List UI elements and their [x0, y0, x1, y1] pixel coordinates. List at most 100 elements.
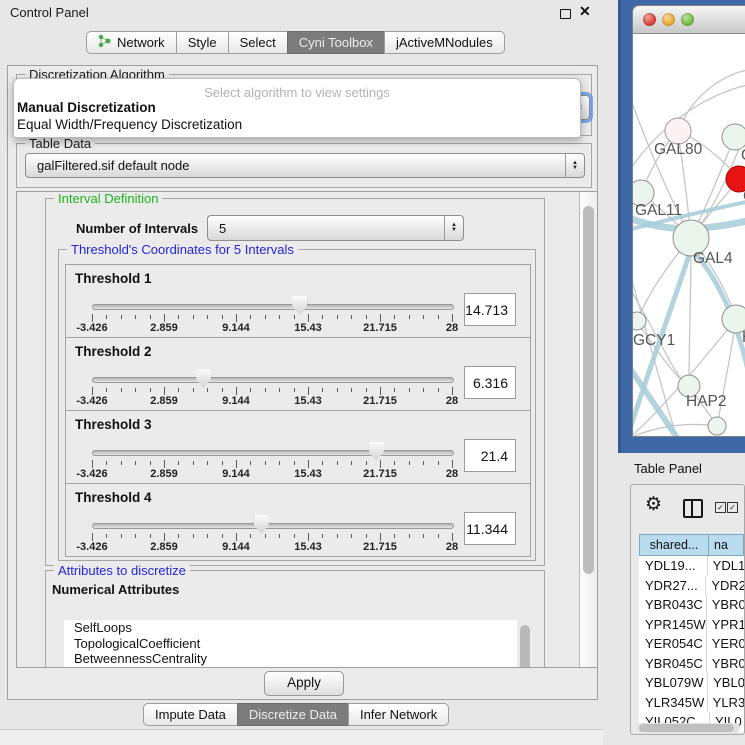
slider-track[interactable] [92, 377, 454, 383]
interval-definition-group: Interval Definition Number of Intervals … [45, 198, 545, 566]
tab-infer-network[interactable]: Infer Network [348, 703, 449, 726]
cell-shared-name[interactable]: YLR345W [639, 693, 708, 713]
cell-name[interactable]: YER0 [707, 634, 744, 654]
cell-name[interactable]: YPR1 [707, 615, 744, 635]
cell-name[interactable]: YBL0 [708, 673, 744, 693]
network-node-label: GCY1 [633, 332, 675, 349]
list-scrollbar-thumb[interactable] [520, 625, 530, 668]
tab-cyni-toolbox[interactable]: Cyni Toolbox [287, 31, 385, 54]
vertical-scrollbar-thumb[interactable] [583, 206, 594, 574]
table-row[interactable]: YBL079WYBL0 [639, 673, 744, 693]
table-row[interactable]: YDR27...YDR2 [639, 576, 744, 596]
table-panel-title: Table Panel [634, 461, 702, 476]
axis-label: 21.715 [363, 395, 397, 407]
checkbox-icon[interactable]: ✓ [727, 502, 738, 513]
network-window-titlebar[interactable] [633, 6, 745, 34]
threshold-value-field[interactable]: 6.316 [464, 366, 516, 399]
table-row[interactable]: YBR043CYBR0 [639, 595, 744, 615]
cell-shared-name[interactable]: YDL19... [639, 556, 708, 576]
horizontal-scrollbar-thumb[interactable] [639, 724, 734, 732]
numerical-attributes-list[interactable]: SelfLoopsTopologicalCoefficientBetweenne… [64, 620, 517, 668]
close-traffic-light[interactable] [643, 13, 656, 26]
tab-select[interactable]: Select [228, 31, 288, 54]
num-intervals-value: 5 [208, 221, 226, 236]
column-header-name[interactable]: na [709, 534, 744, 556]
num-intervals-label: Number of Intervals [76, 221, 198, 236]
dropdown-option-equal-width[interactable]: Equal Width/Frequency Discretization [17, 117, 242, 132]
tab-impute-data[interactable]: Impute Data [143, 703, 238, 726]
checkbox-icon[interactable]: ✓ [715, 502, 726, 513]
table-header-row: shared... na [639, 534, 744, 556]
cell-shared-name[interactable]: YBR045C [639, 654, 707, 674]
tab-discretize-data[interactable]: Discretize Data [237, 703, 349, 726]
table-row[interactable]: YER054CYER0 [639, 634, 744, 654]
threshold-row: Threshold 4-3.4262.8599.14415.4321.71528… [65, 483, 531, 557]
column-header-shared-name[interactable]: shared... [639, 534, 709, 556]
network-edge[interactable] [678, 69, 745, 131]
bottom-tab-bar: Impute Data Discretize Data Infer Networ… [143, 703, 449, 726]
tab-jactivemnodules[interactable]: jActiveMNodules [384, 31, 505, 54]
threshold-value-field[interactable]: 21.4 [464, 439, 516, 472]
axis-label: 9.144 [222, 395, 250, 407]
tab-network[interactable]: Network [86, 31, 177, 54]
cell-shared-name[interactable]: YDR27... [639, 576, 706, 596]
close-icon[interactable]: ✕ [579, 3, 591, 20]
network-node-label: HAP2 [686, 393, 727, 410]
cell-name[interactable]: YDR2 [706, 576, 744, 596]
threshold-label: Threshold 2 [75, 344, 152, 359]
threshold-row: Threshold 2-3.4262.8599.14415.4321.71528… [65, 337, 531, 411]
cell-name[interactable]: YLR3 [708, 693, 744, 713]
axis-label: -3.426 [76, 395, 107, 407]
attribute-list-item[interactable]: SelfLoops [64, 620, 517, 636]
cell-shared-name[interactable]: YBL079W [639, 673, 708, 693]
zoom-traffic-light[interactable] [681, 13, 694, 26]
table-row[interactable]: YDL19...YDL1 [639, 556, 744, 576]
cell-name[interactable]: YBR0 [707, 654, 744, 674]
cell-shared-name[interactable]: YPR145W [639, 615, 707, 635]
network-node[interactable] [708, 417, 726, 435]
tab-style[interactable]: Style [176, 31, 229, 54]
attribute-list-item[interactable]: BetweennessCentrality [64, 651, 517, 667]
table-data-combo[interactable]: galFiltered.sif default node ▲▼ [25, 153, 585, 178]
cell-shared-name[interactable]: YER054C [639, 634, 707, 654]
table-row[interactable]: YLR345WYLR3 [639, 693, 744, 713]
axis-label: 2.859 [150, 468, 178, 480]
axis-label: 9.144 [222, 541, 250, 553]
axis-label: 9.144 [222, 322, 250, 334]
axis-label: -3.426 [76, 541, 107, 553]
table-row[interactable]: YPR145WYPR1 [639, 615, 744, 635]
float-window-icon[interactable] [560, 9, 571, 19]
cell-name[interactable]: YDL1 [708, 556, 744, 576]
cell-shared-name[interactable]: YBR043C [639, 595, 707, 615]
slider-track[interactable] [92, 523, 454, 529]
threshold-value-field[interactable]: 14.713 [464, 293, 516, 326]
thresholds-group-title: Threshold's Coordinates for 5 Intervals [67, 242, 298, 257]
cell-name[interactable]: YBR0 [707, 595, 744, 615]
dropdown-hint: Select algorithm to view settings [14, 85, 580, 100]
columns-icon[interactable] [683, 499, 703, 518]
gear-icon[interactable]: ⚙ [645, 493, 662, 516]
network-node[interactable] [633, 312, 646, 330]
table-data-group-title: Table Data [25, 136, 95, 151]
panel-bottom-strip [0, 730, 603, 745]
threshold-label: Threshold 4 [75, 490, 152, 505]
slider-ticks [92, 459, 454, 469]
table-body: YDL19...YDL1YDR27...YDR2YBR043CYBR0YPR14… [639, 556, 744, 732]
num-intervals-spinner[interactable]: 5 ▲▼ [207, 215, 464, 241]
slider-track[interactable] [92, 450, 454, 456]
apply-button[interactable]: Apply [264, 671, 344, 696]
slider-ticks [92, 532, 454, 542]
table-row[interactable]: YBR045CYBR0 [639, 654, 744, 674]
dropdown-option-manual[interactable]: Manual Discretization [17, 100, 156, 115]
axis-label: 21.715 [363, 541, 397, 553]
threshold-value-field[interactable]: 11.344 [464, 512, 516, 545]
attribute-list-item[interactable]: TopologicalCoefficient [64, 636, 517, 652]
network-canvas[interactable]: GAL80GACGAL11GAL4HGCY1HAP2 [633, 34, 745, 437]
horizontal-scrollbar[interactable] [637, 723, 740, 733]
panel-title: Control Panel [10, 5, 89, 20]
axis-label: 28 [446, 541, 458, 553]
slider-track[interactable] [92, 304, 454, 310]
minimize-traffic-light[interactable] [662, 13, 675, 26]
slider-ticks [92, 386, 454, 396]
vertical-scrollbar[interactable] [579, 192, 597, 667]
